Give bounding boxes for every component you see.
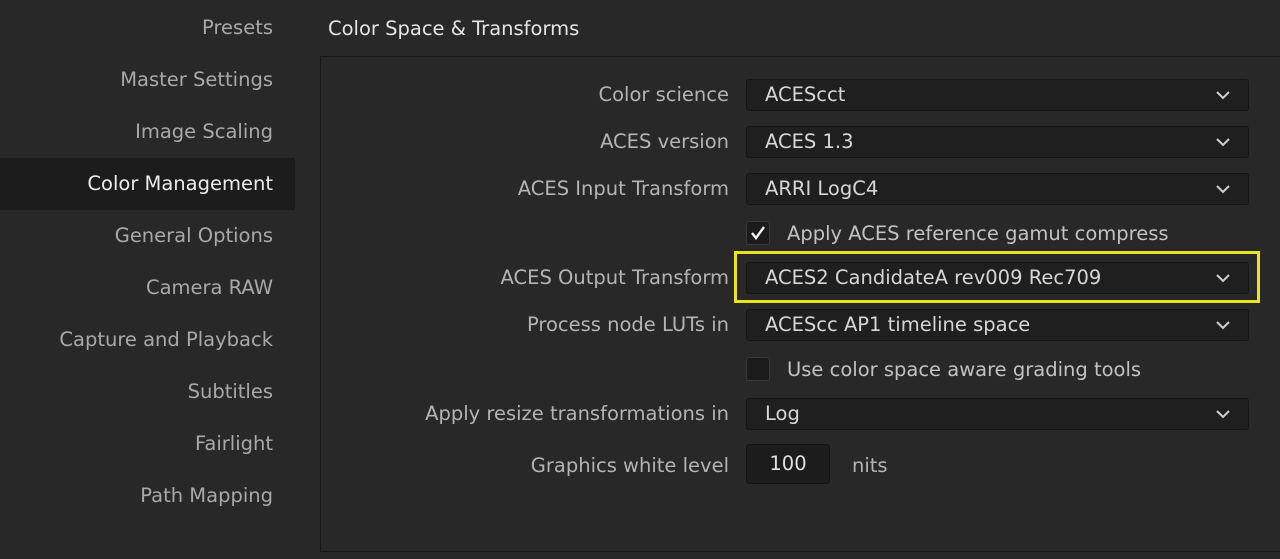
aces-input-transform-label: ACES Input Transform (517, 177, 729, 200)
aces-output-transform-value: ACES2 CandidateA rev009 Rec709 (765, 266, 1102, 289)
process-luts-value: ACEScc AP1 timeline space (765, 313, 1031, 336)
chevron-down-icon (1216, 410, 1230, 419)
gamut-compress-checkbox[interactable] (746, 221, 770, 245)
resize-transform-value: Log (765, 402, 800, 425)
process-luts-label: Process node LUTs in (526, 313, 729, 336)
white-level-input[interactable]: 100 (746, 444, 830, 484)
sidebar-item-capture-and-playback[interactable]: Capture and Playback (0, 314, 295, 366)
chevron-down-icon (1216, 185, 1230, 194)
settings-sidebar: Presets Master Settings Image Scaling Co… (0, 0, 295, 559)
color-science-value: ACEScct (765, 83, 846, 106)
chevron-down-icon (1216, 274, 1230, 283)
process-luts-dropdown[interactable]: ACEScc AP1 timeline space (746, 309, 1249, 341)
sidebar-item-subtitles[interactable]: Subtitles (0, 366, 295, 418)
aces-output-transform-label: ACES Output Transform (500, 266, 729, 289)
sidebar-item-fairlight[interactable]: Fairlight (0, 418, 295, 470)
sidebar-item-master-settings[interactable]: Master Settings (0, 54, 295, 106)
sidebar-item-general-options[interactable]: General Options (0, 210, 295, 262)
chevron-down-icon (1216, 138, 1230, 147)
color-aware-label: Use color space aware grading tools (787, 358, 1142, 381)
resize-transform-dropdown[interactable]: Log (746, 398, 1249, 430)
color-science-dropdown[interactable]: ACEScct (746, 79, 1249, 111)
section-title: Color Space & Transforms (328, 17, 580, 40)
aces-input-transform-dropdown[interactable]: ARRI LogC4 (746, 173, 1249, 205)
aces-version-value: ACES 1.3 (765, 130, 854, 153)
white-level-unit: nits (852, 454, 888, 477)
color-aware-checkbox[interactable] (746, 357, 770, 381)
project-settings-window: Presets Master Settings Image Scaling Co… (0, 0, 1280, 559)
checkmark-icon (751, 226, 765, 240)
gamut-compress-label: Apply ACES reference gamut compress (787, 222, 1169, 245)
chevron-down-icon (1216, 321, 1230, 330)
aces-version-label: ACES version (600, 130, 729, 153)
chevron-down-icon (1216, 91, 1230, 100)
sidebar-item-path-mapping[interactable]: Path Mapping (0, 470, 295, 522)
color-science-label: Color science (598, 83, 729, 106)
sidebar-item-image-scaling[interactable]: Image Scaling (0, 106, 295, 158)
aces-output-transform-dropdown[interactable]: ACES2 CandidateA rev009 Rec709 (746, 262, 1249, 294)
resize-transform-label: Apply resize transformations in (425, 402, 729, 425)
sidebar-item-presets[interactable]: Presets (0, 2, 295, 54)
sidebar-item-color-management[interactable]: Color Management (0, 158, 295, 210)
aces-version-dropdown[interactable]: ACES 1.3 (746, 126, 1249, 158)
aces-input-transform-value: ARRI LogC4 (765, 177, 879, 200)
sidebar-item-camera-raw[interactable]: Camera RAW (0, 262, 295, 314)
white-level-label: Graphics white level (530, 454, 729, 477)
